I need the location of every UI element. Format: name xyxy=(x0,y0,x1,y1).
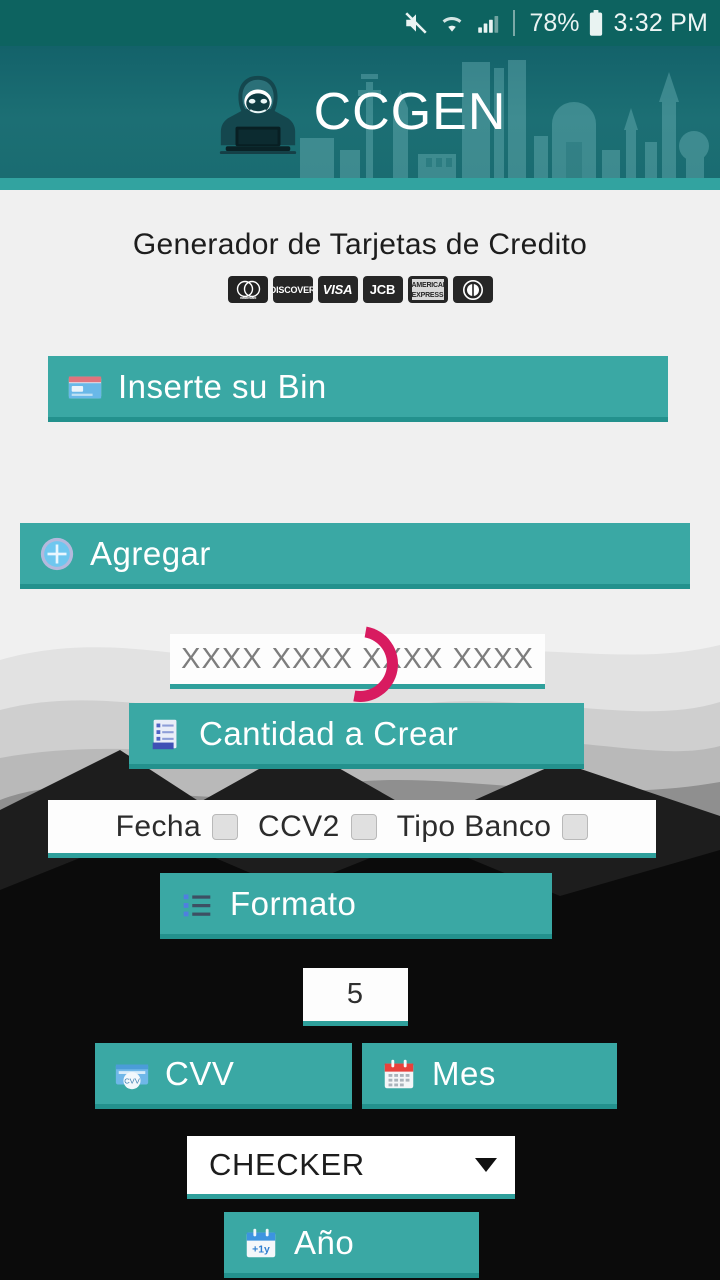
section-agregar-header[interactable]: Agregar xyxy=(20,523,690,589)
section-mes-header[interactable]: Mes xyxy=(362,1043,617,1109)
credit-card-icon xyxy=(68,376,102,398)
formato-value: CHECKER xyxy=(209,1147,365,1182)
status-divider xyxy=(513,10,516,36)
section-ano-label: Año xyxy=(294,1223,355,1261)
checkbox-ccv2[interactable]: CCV2 xyxy=(258,810,377,844)
section-formato-header[interactable]: Formato xyxy=(160,873,552,939)
cvv-card-icon: CVV xyxy=(115,1064,149,1089)
brand-mastercard-icon: mastercard xyxy=(227,276,268,303)
section-cantidad-label: Cantidad a Crear xyxy=(199,714,459,752)
checkbox-fecha[interactable]: Fecha xyxy=(115,809,239,844)
checkbox-fecha-label: Fecha xyxy=(115,809,202,843)
brand-visa-label: VISA xyxy=(322,282,353,297)
cantidad-input[interactable]: 5 xyxy=(303,968,408,1026)
brand-discover-label: DISCOVER xyxy=(272,284,313,295)
brand-discover-icon: DISCOVER xyxy=(272,276,313,303)
checkbox-ccv2-label: CCV2 xyxy=(258,809,340,843)
section-bin-header[interactable]: Inserte su Bin xyxy=(48,356,668,422)
cantidad-value: 5 xyxy=(346,978,365,1010)
svg-text:mastercard: mastercard xyxy=(239,296,255,300)
checkbox-tipo-banco-box[interactable] xyxy=(562,813,589,840)
calendar-red-icon xyxy=(384,1059,414,1088)
section-mes-label: Mes xyxy=(432,1054,496,1092)
section-cvv-header[interactable]: CVV CVV xyxy=(95,1043,352,1109)
section-bin-label: Inserte su Bin xyxy=(118,367,327,405)
agregar-options-row: Fecha CCV2 Tipo Banco xyxy=(48,800,656,858)
app-title: CCGEN xyxy=(313,83,507,141)
checkbox-tipo-banco-label: Tipo Banco xyxy=(396,809,552,843)
bullet-list-icon xyxy=(183,894,211,916)
hacker-laptop-icon xyxy=(219,75,296,155)
app-header: CCGEN xyxy=(0,46,720,178)
svg-text:+1y: +1y xyxy=(252,1244,270,1255)
checkbox-ccv2-box[interactable] xyxy=(350,813,377,840)
formato-select[interactable]: CHECKER xyxy=(187,1136,515,1199)
section-agregar-label: Agregar xyxy=(90,534,211,572)
brand-amex-icon: AMERICAN EXPRESS xyxy=(407,276,448,303)
header-accent-bar xyxy=(0,178,720,190)
checkbox-tipo-banco[interactable]: Tipo Banco xyxy=(397,810,589,844)
main-content: Generador de Tarjetas de Credito masterc… xyxy=(0,190,720,1278)
brand-amex-label-1: AMERICAN xyxy=(411,282,448,290)
section-cvv-label: CVV xyxy=(165,1054,235,1092)
status-bar: 78% 3:32 PM xyxy=(0,0,720,46)
document-list-icon xyxy=(152,719,177,749)
cellular-signal-icon xyxy=(475,10,501,36)
section-ano-header[interactable]: +1y Año xyxy=(224,1212,479,1278)
section-formato-label: Formato xyxy=(230,884,357,922)
svg-text:CVV: CVV xyxy=(124,1076,141,1085)
wifi-icon xyxy=(438,10,466,36)
brand-amex-label-2: EXPRESS xyxy=(411,291,444,299)
mute-icon xyxy=(403,10,429,36)
plus-circle-icon xyxy=(40,537,74,570)
card-brand-logos: mastercard DISCOVER VISA JCB AMERICAN EX… xyxy=(0,276,720,303)
app-screen: 78% 3:32 PM CCGEN Generador de Tarjetas … xyxy=(0,0,720,1280)
battery-percent: 78% xyxy=(529,8,580,37)
battery-icon xyxy=(588,9,604,37)
checkbox-fecha-box[interactable] xyxy=(212,813,239,840)
chevron-down-icon[interactable] xyxy=(475,1158,497,1172)
brand-diners-icon xyxy=(452,276,493,303)
brand-jcb-label: JCB xyxy=(369,282,396,297)
page-title: Generador de Tarjetas de Credito xyxy=(132,228,588,261)
clock: 3:32 PM xyxy=(613,8,708,37)
brand-jcb-icon: JCB xyxy=(362,276,403,303)
calendar-plus-year-icon: +1y xyxy=(246,1228,276,1257)
brand-visa-icon: VISA xyxy=(317,276,358,303)
section-cantidad-header[interactable]: Cantidad a Crear xyxy=(129,703,584,769)
